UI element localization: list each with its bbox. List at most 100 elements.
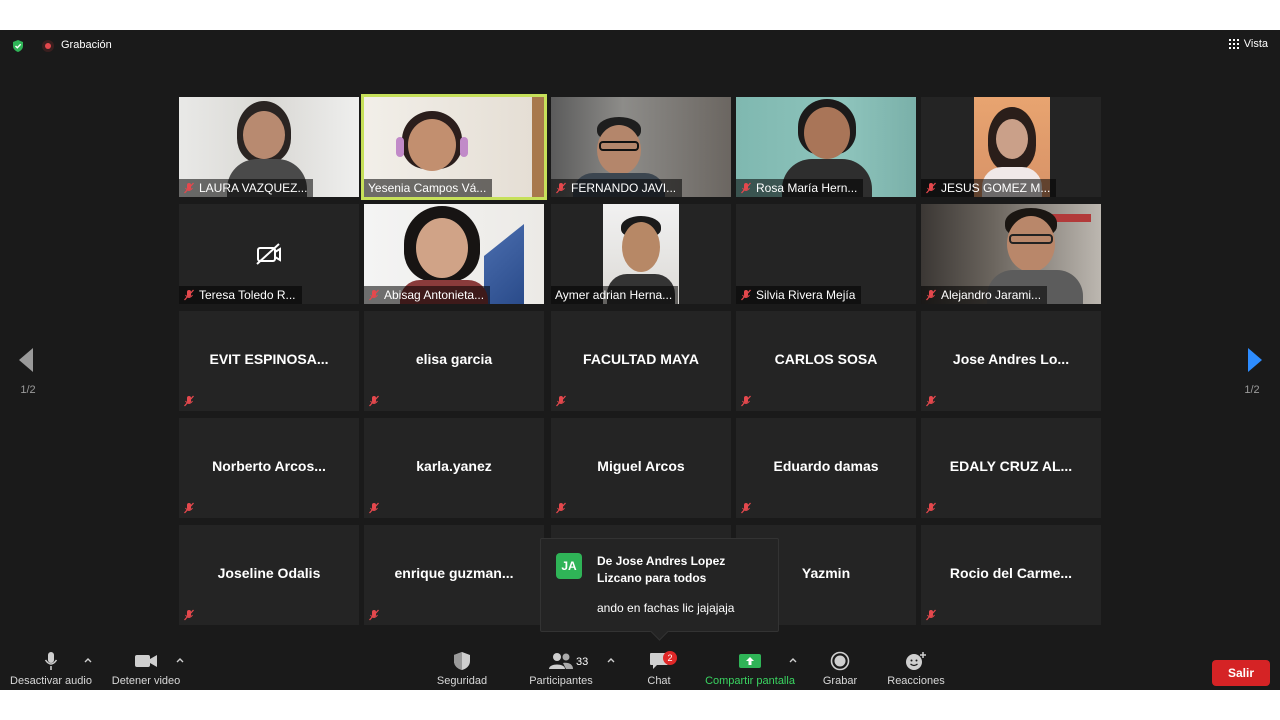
participant-video-tile[interactable]: Alejandro Jarami... <box>921 204 1101 304</box>
microphone-icon <box>44 652 58 670</box>
muted-mic-icon <box>926 502 936 514</box>
mute-audio-button[interactable]: Desactivar audio <box>8 650 94 687</box>
view-button[interactable]: Vista <box>1228 38 1268 50</box>
page-indicator-right: 1/2 <box>1244 384 1260 396</box>
muted-mic-icon <box>556 502 566 514</box>
participant-name-label: Silvia Rivera Mejía <box>736 286 862 304</box>
reactions-smiley-icon <box>906 652 926 670</box>
next-page-arrow-icon[interactable] <box>1242 346 1266 374</box>
participant-name: CARLOS SOSA <box>774 351 878 367</box>
participant-name-tile[interactable]: elisa garcia <box>364 311 544 411</box>
muted-mic-icon <box>926 182 936 194</box>
sender-avatar: JA <box>556 553 582 579</box>
security-button[interactable]: Seguridad <box>430 650 494 687</box>
participant-video-tile[interactable]: JESUS GOMEZ M... <box>921 97 1101 197</box>
participant-name-tile[interactable]: enrique guzman... <box>364 525 544 625</box>
participant-name: Eduardo damas <box>773 458 879 474</box>
share-options-chevron-icon[interactable] <box>788 655 798 665</box>
participant-name-tile[interactable]: Joseline Odalis <box>179 525 359 625</box>
grid-view-icon <box>1228 39 1239 49</box>
participant-name: enrique guzman... <box>394 565 514 581</box>
share-screen-button[interactable]: Compartir pantalla <box>700 650 800 687</box>
participant-name-label: Abisag Antonieta... <box>364 286 491 304</box>
participant-name-label: Alejandro Jarami... <box>921 286 1048 304</box>
camera-off-icon <box>256 243 281 265</box>
participant-video-tile-active-speaker[interactable]: Yesenia Campos Vá... <box>361 94 547 200</box>
participant-name-tile[interactable]: Jose Andres Lo... <box>921 311 1101 411</box>
participant-name: karla.yanez <box>416 458 492 474</box>
participant-name: EDALY CRUZ AL... <box>949 458 1073 474</box>
participant-name-label: JESUS GOMEZ M... <box>921 179 1057 197</box>
participant-video-tile[interactable]: Aymer adrian Herna... <box>551 204 731 304</box>
muted-mic-icon <box>556 182 566 194</box>
muted-mic-icon <box>926 609 936 621</box>
participant-name-label: Rosa María Hern... <box>736 179 864 197</box>
participant-name: EVIT ESPINOSA... <box>209 351 329 367</box>
share-screen-icon <box>739 654 761 668</box>
participant-name: elisa garcia <box>415 351 493 367</box>
muted-mic-icon <box>184 395 194 407</box>
muted-mic-icon <box>741 502 751 514</box>
participants-count: 33 <box>576 656 589 668</box>
participants-icon <box>549 653 573 669</box>
record-button[interactable]: Grabar <box>818 650 862 687</box>
participant-name-tile[interactable]: Miguel Arcos <box>551 418 731 518</box>
stop-video-button[interactable]: Detener video <box>106 650 186 687</box>
previous-page-arrow-icon[interactable] <box>15 346 39 374</box>
reactions-button[interactable]: Reacciones <box>884 650 948 687</box>
participant-name: Joseline Odalis <box>217 565 321 581</box>
recording-label: Grabación <box>61 39 112 51</box>
zoom-meeting-window: Grabación Vista 1/2 1/2 LAURA VAZQUEZ... <box>0 30 1280 690</box>
video-options-chevron-icon[interactable] <box>175 655 185 665</box>
participant-video-tile[interactable]: Rosa María Hern... <box>736 97 916 197</box>
chat-notification-popup[interactable]: JA De Jose Andres Lopez Lizcano para tod… <box>540 538 779 632</box>
chat-sender: De Jose Andres Lopez Lizcano para todos <box>597 554 726 585</box>
participant-name: Miguel Arcos <box>597 458 685 474</box>
security-shield-icon[interactable] <box>11 39 25 53</box>
muted-mic-icon <box>184 609 194 621</box>
security-shield-icon <box>454 652 470 670</box>
page-indicator-left: 1/2 <box>20 384 36 396</box>
participant-name-tile[interactable]: karla.yanez <box>364 418 544 518</box>
participant-name: FACULTAD MAYA <box>583 351 699 367</box>
muted-mic-icon <box>369 609 379 621</box>
muted-mic-icon <box>741 182 751 194</box>
participant-video-tile[interactable]: Abisag Antonieta... <box>364 204 544 304</box>
participant-name-tile[interactable]: FACULTAD MAYA <box>551 311 731 411</box>
participant-name-tile[interactable]: EDALY CRUZ AL... <box>921 418 1101 518</box>
participant-name-label: Aymer adrian Herna... <box>551 286 679 304</box>
video-camera-icon <box>135 655 157 667</box>
participant-video-tile[interactable]: Teresa Toledo R... <box>179 204 359 304</box>
participant-name: Rocio del Carme... <box>949 565 1073 581</box>
participant-name: Jose Andres Lo... <box>952 351 1070 367</box>
chat-unread-badge: 2 <box>663 651 677 665</box>
muted-mic-icon <box>369 502 379 514</box>
participant-name-tile[interactable]: CARLOS SOSA <box>736 311 916 411</box>
participant-video-tile[interactable]: LAURA VAZQUEZ... <box>179 97 359 197</box>
participant-name-tile[interactable]: Eduardo damas <box>736 418 916 518</box>
participant-name-label: LAURA VAZQUEZ... <box>179 179 314 197</box>
audio-options-chevron-icon[interactable] <box>83 655 93 665</box>
participants-options-chevron-icon[interactable] <box>606 655 616 665</box>
participant-name-tile[interactable]: Rocio del Carme... <box>921 525 1101 625</box>
leave-meeting-button[interactable]: Salir <box>1212 660 1270 686</box>
muted-mic-icon <box>926 289 936 301</box>
participant-name-tile[interactable]: EVIT ESPINOSA... <box>179 311 359 411</box>
participant-video-tile[interactable]: Silvia Rivera Mejía <box>736 204 916 304</box>
muted-mic-icon <box>184 289 194 301</box>
muted-mic-icon <box>184 502 194 514</box>
muted-mic-icon <box>369 289 379 301</box>
muted-mic-icon <box>369 395 379 407</box>
view-label: Vista <box>1243 38 1268 50</box>
muted-mic-icon <box>741 289 751 301</box>
participant-video-tile[interactable]: FERNANDO JAVI... <box>551 97 731 197</box>
participant-name-label: Teresa Toledo R... <box>179 286 302 304</box>
participant-name-tile[interactable]: Norberto Arcos... <box>179 418 359 518</box>
muted-mic-icon <box>926 395 936 407</box>
muted-mic-icon <box>556 395 566 407</box>
participant-name-label: Yesenia Campos Vá... <box>364 179 493 197</box>
chat-message: ando en fachas lic jajajaja <box>597 601 735 615</box>
recording-dot-icon <box>42 40 54 52</box>
participant-name-label: FERNANDO JAVI... <box>551 179 683 197</box>
muted-mic-icon <box>741 395 751 407</box>
